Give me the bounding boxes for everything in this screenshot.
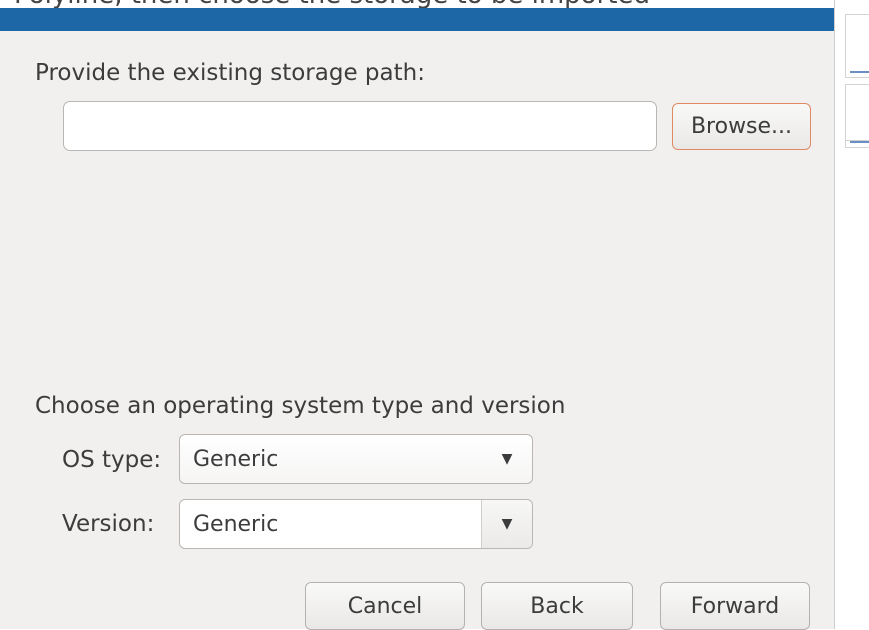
- browse-button[interactable]: Browse...: [672, 103, 811, 150]
- forward-button[interactable]: Forward: [660, 582, 810, 630]
- os-type-dropdown[interactable]: Generic ▼: [179, 434, 533, 484]
- dialog-title-bar: [0, 8, 834, 31]
- os-type-value: Generic: [193, 446, 279, 472]
- storage-path-input[interactable]: [63, 101, 657, 151]
- side-panel-divider: [845, 140, 869, 141]
- version-value: Generic: [193, 511, 279, 537]
- side-panel-tab[interactable]: [845, 84, 869, 148]
- side-panel-tab[interactable]: [845, 14, 869, 78]
- cropped-header: Polyline, then choose the storage to be …: [0, 0, 834, 8]
- os-section-heading: Choose an operating system type and vers…: [35, 393, 566, 419]
- os-type-label: OS type:: [62, 447, 162, 473]
- storage-path-label: Provide the existing storage path:: [35, 60, 425, 86]
- version-combobox[interactable]: Generic ▼: [179, 499, 533, 549]
- chevron-down-icon[interactable]: ▼: [481, 500, 532, 548]
- cancel-button[interactable]: Cancel: [305, 582, 465, 630]
- cropped-header-text: Polyline, then choose the storage to be …: [14, 0, 650, 8]
- chevron-down-icon: ▼: [501, 451, 513, 467]
- right-side-panel: [834, 0, 869, 629]
- version-label: Version:: [62, 511, 155, 537]
- back-button[interactable]: Back: [481, 582, 633, 630]
